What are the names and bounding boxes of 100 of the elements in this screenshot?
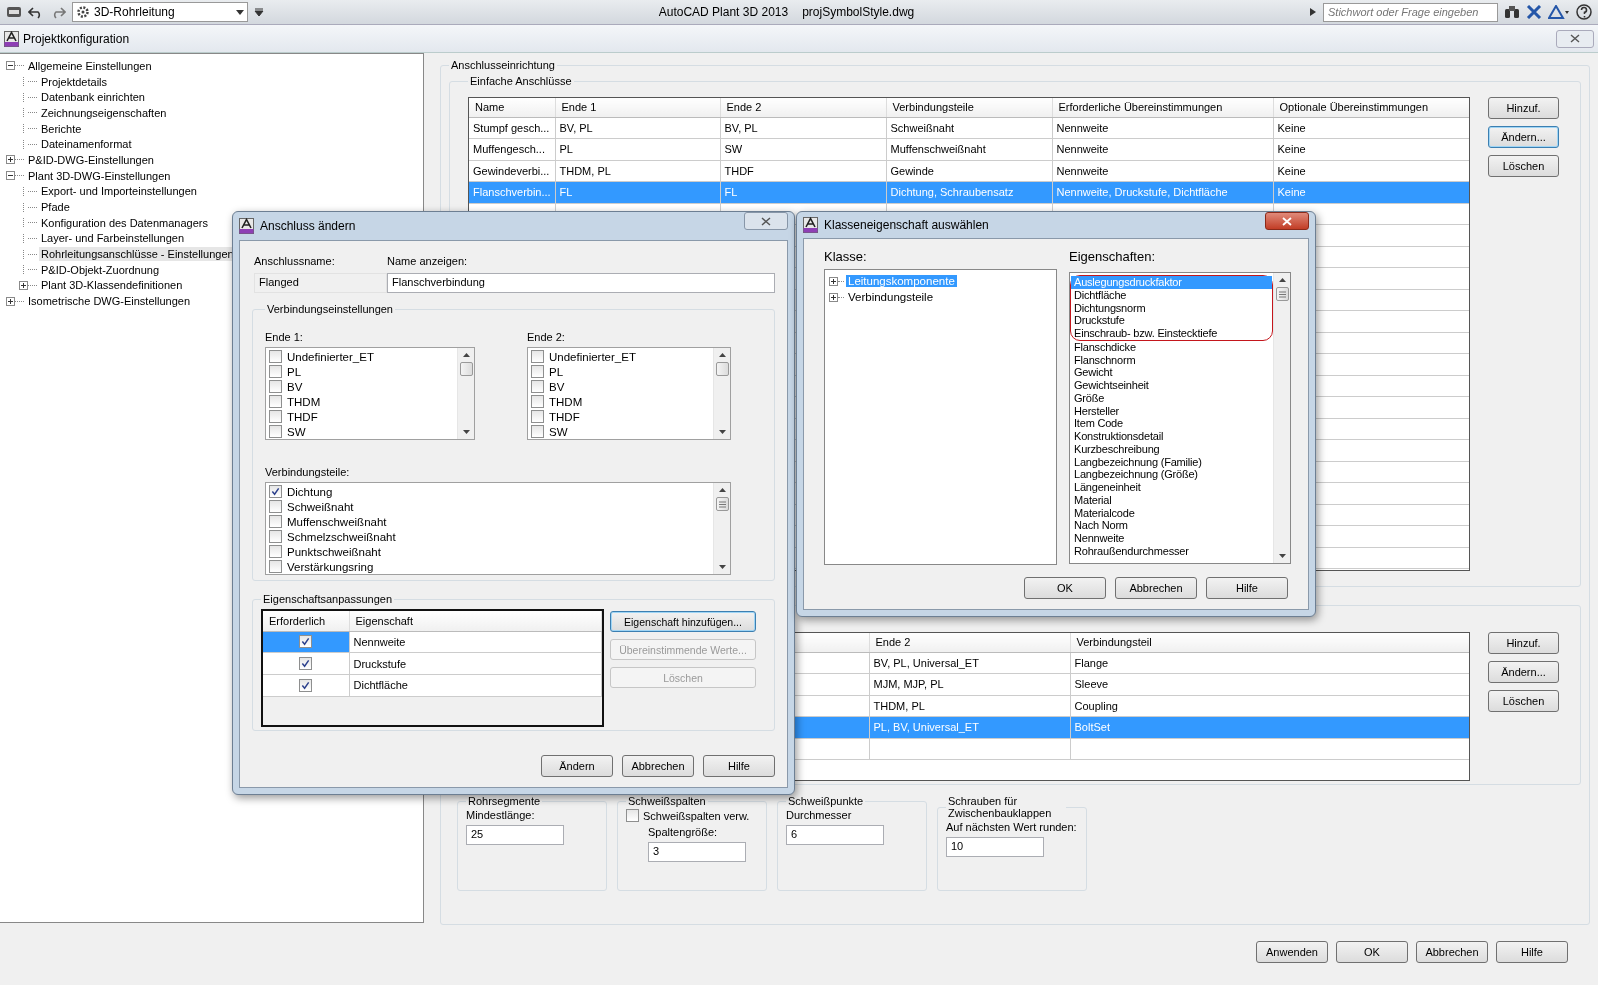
close-icon[interactable] [761, 216, 771, 226]
option-label[interactable]: PL [549, 365, 564, 378]
checkbox[interactable] [269, 560, 282, 573]
option-label[interactable]: BV [549, 380, 565, 393]
tree-item[interactable]: Export- und Importeinstellungen [39, 184, 199, 199]
binoculars-icon[interactable] [1504, 5, 1520, 19]
checkbox[interactable] [299, 635, 313, 649]
scroll-up-icon[interactable] [461, 352, 471, 358]
option-label[interactable]: SW [549, 425, 568, 438]
checkbox[interactable] [531, 365, 544, 378]
button[interactable]: Löschen [1488, 155, 1559, 177]
tree-item[interactable]: Plant 3D-Klassendefinitionen [39, 278, 185, 293]
close-button[interactable] [1556, 29, 1594, 48]
list-item[interactable]: Druckstufe [1071, 314, 1272, 327]
list-item[interactable]: Langbezeichnung (Größe) [1071, 468, 1273, 481]
close-icon[interactable] [1570, 34, 1580, 43]
option-label[interactable]: THDM [287, 395, 321, 408]
option-label[interactable]: SW [287, 425, 306, 438]
checkbox[interactable] [269, 515, 282, 528]
button[interactable]: OK [1336, 941, 1408, 963]
list-item[interactable]: Einschraub- bzw. Einstecktiefe [1071, 327, 1272, 340]
list-item[interactable]: Hersteller [1071, 404, 1273, 418]
search-field[interactable]: Stichwort oder Frage eingeben [1323, 2, 1498, 22]
scroll-up-icon[interactable] [1277, 277, 1287, 283]
column-header[interactable]: Ende 2 [869, 633, 1070, 652]
list-item[interactable]: Nennweite [1071, 532, 1273, 545]
tree-item[interactable]: Datenbank einrichten [39, 90, 147, 105]
list-item[interactable]: Rohraußendurchmesser [1071, 544, 1273, 558]
button[interactable]: Abbrechen [1416, 941, 1488, 963]
close-button[interactable] [744, 212, 788, 230]
scroll-thumb[interactable] [1275, 287, 1289, 301]
expand-icon[interactable] [6, 155, 15, 165]
button[interactable]: Ändern... [1488, 661, 1559, 683]
list-item[interactable]: Längeneinheit [1071, 481, 1273, 494]
table-cell[interactable] [263, 631, 349, 653]
column-header[interactable]: Optionale Übereinstimmungen [1273, 98, 1469, 117]
list-item[interactable]: Dichtfläche [1071, 288, 1272, 302]
checkbox[interactable] [531, 425, 544, 438]
checkbox[interactable] [269, 485, 282, 498]
list-item[interactable]: Flanschdicke [1071, 340, 1273, 354]
collapse-icon[interactable] [6, 61, 15, 71]
checkbox[interactable] [269, 380, 282, 393]
scrollbar[interactable] [713, 348, 730, 439]
checkbox[interactable] [269, 545, 282, 558]
scrollbar[interactable] [1273, 273, 1290, 563]
help-icon[interactable] [1576, 4, 1592, 20]
option-label[interactable]: Undefinierter_ET [287, 350, 374, 363]
button[interactable]: OK [1024, 577, 1106, 599]
close-x-icon[interactable] [1526, 5, 1542, 19]
list-item[interactable]: Dichtungsnorm [1071, 301, 1272, 315]
text-field[interactable]: 6 [786, 825, 884, 845]
checkbox[interactable] [299, 678, 313, 692]
tree-item[interactable]: Konfiguration des Datenmanagers [39, 215, 210, 230]
tree-item[interactable]: Layer- und Farbeinstellungen [39, 231, 187, 246]
list-item[interactable]: Material [1071, 493, 1273, 507]
column-header[interactable]: Erforderlich [263, 611, 349, 631]
column-header[interactable]: Eigenschaft [349, 611, 602, 631]
checkbox-label[interactable]: Schweißspalten verw. [643, 809, 750, 822]
checkbox[interactable] [531, 395, 544, 408]
scroll-down-icon[interactable] [1277, 553, 1287, 559]
list-item[interactable]: Langbezeichnung (Familie) [1071, 455, 1273, 469]
caret-icon[interactable] [254, 7, 264, 17]
scroll-down-icon[interactable] [461, 429, 471, 435]
text-field[interactable]: Flanschverbindung [387, 273, 775, 293]
column-header[interactable]: Ende 1 [555, 98, 720, 117]
text-field[interactable]: 3 [648, 842, 746, 862]
list-item[interactable]: Materialcode [1071, 506, 1273, 520]
tree-item[interactable]: Verbindungsteile [846, 291, 936, 303]
button[interactable]: Hilfe [1496, 941, 1568, 963]
text-field[interactable]: Flanged [254, 273, 387, 293]
list-item[interactable]: Gewichtseinheit [1071, 379, 1273, 392]
button[interactable]: Abbrechen [1115, 577, 1197, 599]
checkbox[interactable] [531, 380, 544, 393]
checkbox[interactable] [269, 365, 282, 378]
scroll-thumb[interactable] [715, 362, 729, 376]
workspace-dropdown[interactable]: 3D-Rohrleitung [72, 2, 248, 22]
tree-item[interactable]: P&ID-DWG-Einstellungen [26, 152, 156, 167]
expand-icon[interactable] [829, 276, 838, 286]
list-item[interactable]: Größe [1071, 391, 1273, 405]
button[interactable]: Abbrechen [622, 755, 694, 777]
expand-icon[interactable] [6, 296, 15, 306]
button[interactable]: Hinzuf. [1488, 632, 1559, 654]
button[interactable]: Anwenden [1256, 941, 1328, 963]
checkbox[interactable] [269, 530, 282, 543]
button[interactable]: Hilfe [1206, 577, 1288, 599]
scroll-down-icon[interactable] [717, 564, 727, 570]
tree-item[interactable]: Berichte [39, 121, 84, 136]
button[interactable]: Ändern... [1488, 126, 1559, 148]
column-header[interactable]: Name [469, 98, 555, 117]
tree-item[interactable]: Pfade [39, 200, 72, 215]
scrollbar[interactable] [457, 348, 474, 439]
table-cell[interactable] [263, 652, 349, 675]
checkbox[interactable] [269, 425, 282, 438]
tree-item[interactable]: Zeichnungseigenschaften [39, 105, 169, 120]
table-row[interactable]: Stumpf gesch... BV, PL BV, PL Schweißnaht Nennweite Keine [469, 117, 1469, 139]
checkbox[interactable] [269, 350, 282, 363]
checkbox[interactable] [269, 500, 282, 513]
scroll-up-icon[interactable] [717, 487, 727, 493]
option-label[interactable]: Schmelzschweißnaht [287, 530, 396, 543]
option-label[interactable]: Verstärkungsring [287, 560, 374, 573]
